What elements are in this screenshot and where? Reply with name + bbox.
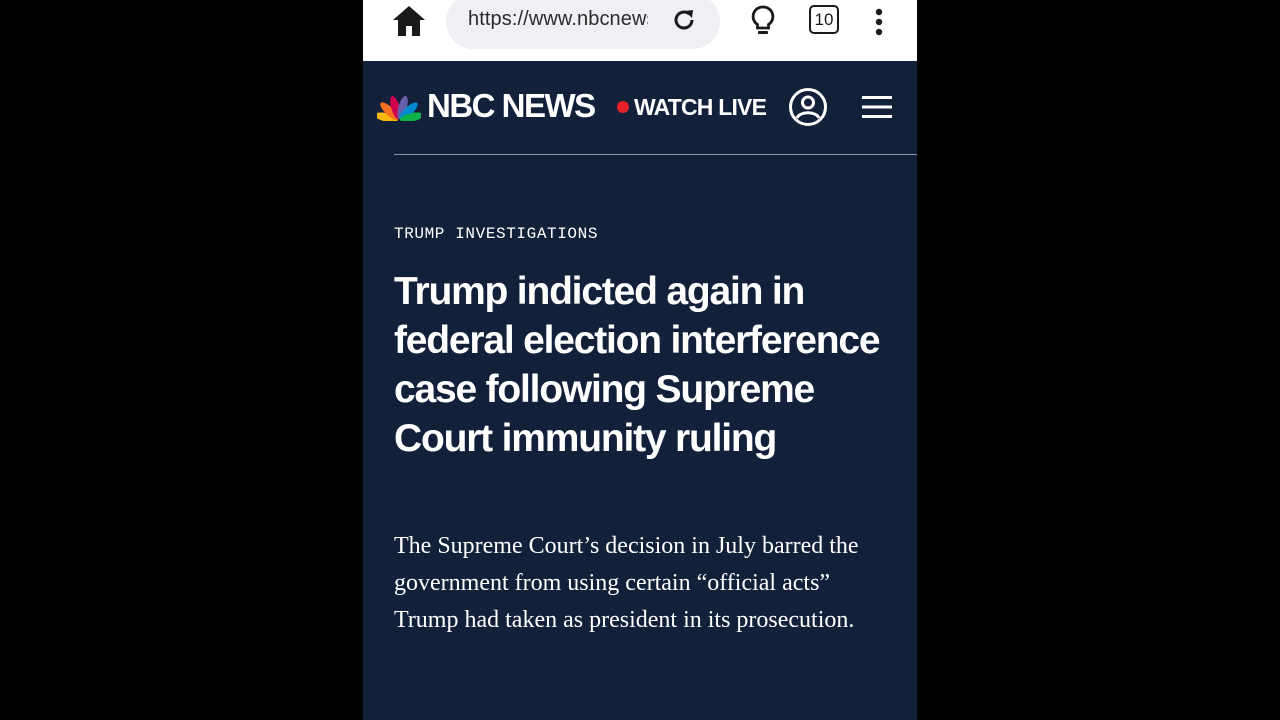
home-icon [393,6,425,36]
insights-button[interactable] [747,2,779,40]
header-divider [394,154,917,155]
hamburger-menu-icon[interactable] [861,93,893,121]
reload-button[interactable] [668,4,700,36]
article-headline: Trump indicted again in federal election… [394,270,881,460]
lightbulb-icon [751,5,775,34]
article-dek: The Supreme Court’s decision in July bar… [394,533,859,633]
browser-toolbar: https://www.nbcnews.com 10 [363,0,917,61]
reload-icon [674,10,694,30]
address-bar[interactable]: https://www.nbcnews.com [446,0,720,49]
nbc-peacock-logo[interactable] [377,93,421,121]
home-button[interactable] [389,2,429,40]
more-vertical-icon [875,8,883,36]
watch-live-link[interactable]: WATCH LIVE [634,94,767,121]
phone-screen: https://www.nbcnews.com 10 [363,0,917,720]
account-icon[interactable] [788,87,828,127]
url-text[interactable]: https://www.nbcnews.com [468,8,648,31]
live-indicator-dot [617,101,629,113]
site-header: NBC NEWS WATCH LIVE [363,61,917,154]
section-label[interactable]: TRUMP INVESTIGATIONS [394,225,598,243]
brand-wordmark[interactable]: NBC NEWS [427,87,596,125]
browser-menu-button[interactable] [867,6,891,38]
tab-switcher-button[interactable]: 10 [809,5,839,34]
